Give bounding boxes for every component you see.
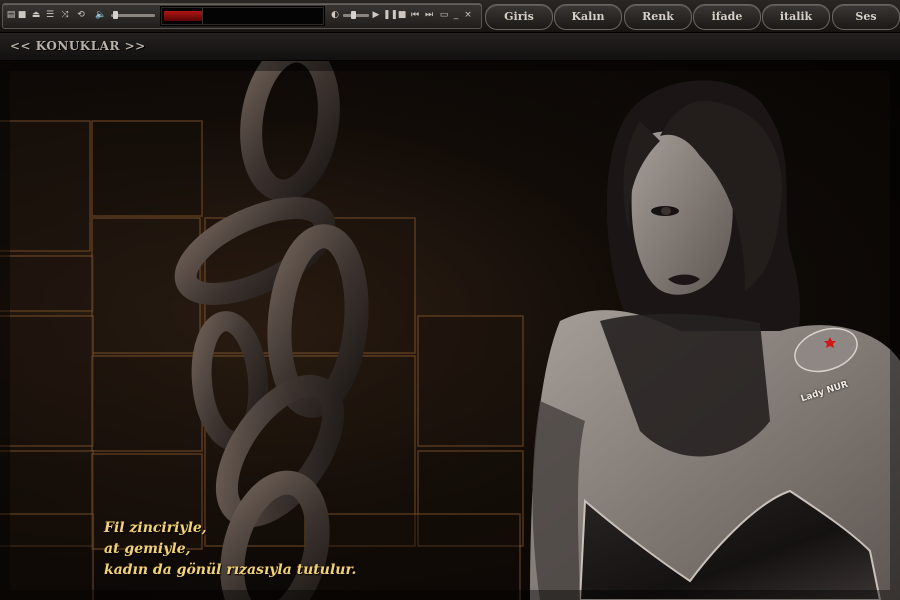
next-icon[interactable]: ⏭	[423, 8, 435, 22]
repeat-icon[interactable]: ⟲	[75, 8, 87, 22]
pause-icon[interactable]: ❚❚	[383, 8, 398, 22]
nav-button-giris[interactable]: Giris	[485, 4, 553, 30]
nav-button-renk[interactable]: Renk	[624, 4, 692, 30]
section-bar: << KONUKLAR >>	[0, 33, 900, 61]
nav-button-italik[interactable]: italik	[762, 4, 830, 30]
mini-mode-icon[interactable]: ▭	[439, 8, 449, 22]
player-display	[160, 6, 325, 26]
shuffle-icon[interactable]: ⤨	[59, 8, 71, 22]
volume-slider[interactable]	[111, 11, 155, 19]
background-scene: Lady NUR Fil zinciriyle, at gemiyle, kad…	[0, 61, 900, 600]
volume-slider-knob[interactable]	[113, 11, 118, 19]
previous-icon[interactable]: ⏮	[409, 8, 421, 22]
stop-small-icon[interactable]: ■	[17, 8, 27, 22]
seek-slider-knob[interactable]	[351, 11, 356, 19]
poem-line: kadın da gönül rızasıyla tutulur.	[104, 562, 357, 578]
poem-line: Fil zinciriyle,	[104, 520, 207, 536]
nav-button-kalin[interactable]: Kalın	[554, 4, 622, 30]
poem-text: Fil zinciriyle, at gemiyle, kadın da gön…	[104, 518, 356, 581]
top-bar: ▤ ■ ⏏ ☰ ⤨ ⟲ 🔈 ◐ ▶ ❚❚ ■ ⏮ ⏭ ▭ _ × Giris K…	[0, 0, 900, 33]
play-icon[interactable]: ▶	[371, 8, 381, 22]
menu-icon[interactable]: ▤	[6, 8, 16, 22]
playlist-icon[interactable]: ☰	[45, 8, 55, 22]
minimize-icon[interactable]: _	[451, 8, 461, 22]
stop-icon[interactable]: ■	[397, 8, 407, 22]
media-player: ▤ ■ ⏏ ☰ ⤨ ⟲ 🔈 ◐ ▶ ❚❚ ■ ⏮ ⏭ ▭ _ ×	[2, 3, 482, 29]
level-meter	[164, 11, 202, 21]
nav-button-ses[interactable]: Ses	[832, 4, 900, 30]
eject-icon[interactable]: ⏏	[31, 8, 41, 22]
close-icon[interactable]: ×	[463, 8, 473, 22]
display-divider	[202, 8, 203, 24]
volume-icon[interactable]: 🔈	[95, 8, 107, 22]
balance-icon[interactable]: ◐	[329, 8, 341, 22]
seek-slider[interactable]	[343, 11, 369, 19]
nav-button-ifade[interactable]: ifade	[693, 4, 761, 30]
konuklar-link[interactable]: << KONUKLAR >>	[10, 37, 146, 55]
poem-line: at gemiyle,	[104, 541, 191, 557]
